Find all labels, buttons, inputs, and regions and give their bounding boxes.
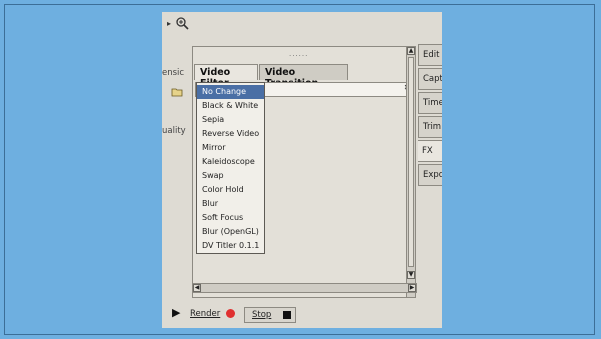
- dropdown-item[interactable]: Blur: [197, 197, 264, 211]
- scroll-down-button[interactable]: ▼: [407, 271, 415, 279]
- dropdown-item[interactable]: Soft Focus: [197, 211, 264, 225]
- dropdown-item[interactable]: Blur (OpenGL): [197, 225, 264, 239]
- dropdown-item[interactable]: No Change: [197, 85, 264, 99]
- side-tab-timeline[interactable]: Time: [418, 92, 442, 114]
- side-tab-fx[interactable]: FX: [418, 140, 442, 162]
- filter-dropdown-list[interactable]: No Change Black & White Sepia Reverse Vi…: [196, 82, 265, 254]
- side-tab-trim[interactable]: Trim: [418, 116, 442, 138]
- dropdown-item[interactable]: Color Hold: [197, 183, 264, 197]
- app-window: ▸ ensic uality ⋮⋮ ...... Video Filter Vi…: [162, 12, 442, 328]
- tab-video-transition[interactable]: Video Transition: [259, 64, 348, 89]
- play-arrow-icon[interactable]: ▸: [167, 19, 171, 28]
- left-label-ensic: ensic: [162, 68, 185, 78]
- scroll-thumb[interactable]: [408, 57, 414, 267]
- dropdown-item[interactable]: Swap: [197, 169, 264, 183]
- dropdown-item[interactable]: Mirror: [197, 141, 264, 155]
- folder-icon[interactable]: [171, 82, 183, 101]
- dropdown-item[interactable]: Kaleidoscope: [197, 155, 264, 169]
- scroll-up-button[interactable]: ▲: [407, 47, 415, 55]
- horizontal-scrollbar[interactable]: ◀ ▶: [192, 283, 417, 293]
- vertical-scrollbar[interactable]: ▲ ▼: [406, 46, 416, 298]
- scroll-right-button[interactable]: ▶: [408, 284, 416, 292]
- stop-button[interactable]: Stop: [244, 307, 296, 323]
- render-label[interactable]: Render: [190, 309, 220, 319]
- bottom-bar: ▶ Render Stop: [162, 299, 442, 328]
- dropdown-item[interactable]: Sepia: [197, 113, 264, 127]
- zoom-icon[interactable]: [175, 15, 189, 34]
- stop-label: Stop: [252, 310, 272, 320]
- scroll-left-button[interactable]: ◀: [193, 284, 201, 292]
- side-tab-export[interactable]: Expo: [418, 164, 442, 186]
- pane-handle[interactable]: ......: [289, 50, 308, 58]
- side-tab-capture[interactable]: Capt: [418, 68, 442, 90]
- stop-icon: [283, 311, 291, 319]
- record-icon[interactable]: [226, 309, 235, 318]
- dropdown-item[interactable]: Black & White: [197, 99, 264, 113]
- side-tab-edit[interactable]: Edit: [418, 44, 442, 66]
- play-icon[interactable]: ▶: [172, 307, 180, 318]
- dropdown-item[interactable]: Reverse Video: [197, 127, 264, 141]
- left-label-quality: uality: [162, 126, 186, 136]
- tab-video-filter[interactable]: Video Filter: [194, 64, 258, 89]
- dropdown-item[interactable]: DV Titler 0.1.1: [197, 239, 264, 253]
